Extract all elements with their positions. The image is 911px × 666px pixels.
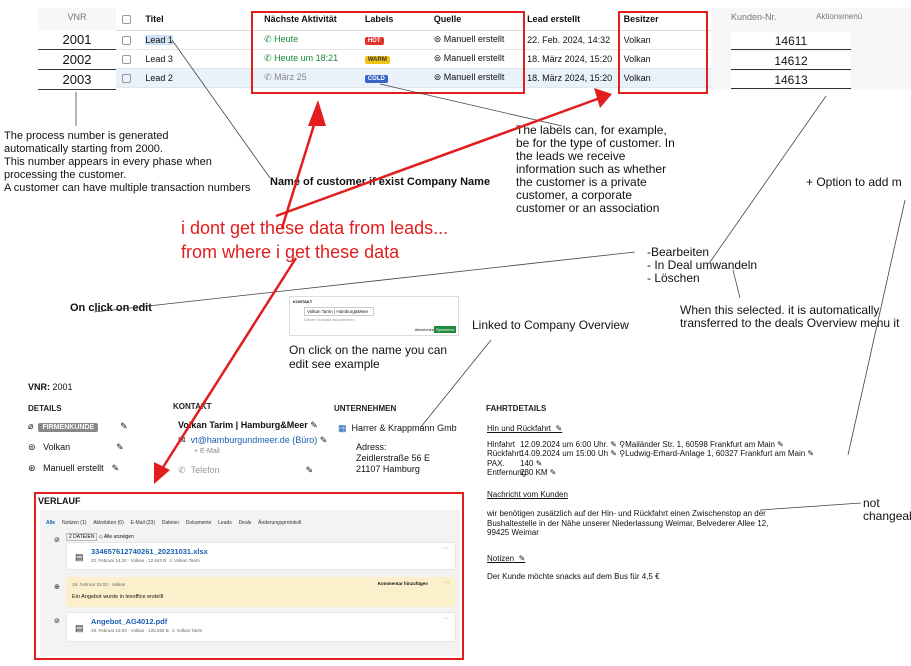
connector-line xyxy=(419,339,492,429)
annotation-arrows xyxy=(75,39,906,511)
red-arrowhead xyxy=(154,462,170,484)
connector-line xyxy=(379,83,563,127)
connector-line xyxy=(93,251,636,313)
connector-line xyxy=(759,502,862,511)
red-arrow xyxy=(158,257,298,473)
connector-line xyxy=(171,39,271,179)
connector-line xyxy=(709,95,827,263)
red-arrowhead xyxy=(308,100,326,126)
connector-line xyxy=(732,269,741,299)
connector-line xyxy=(847,199,906,456)
red-arrow xyxy=(275,96,601,218)
